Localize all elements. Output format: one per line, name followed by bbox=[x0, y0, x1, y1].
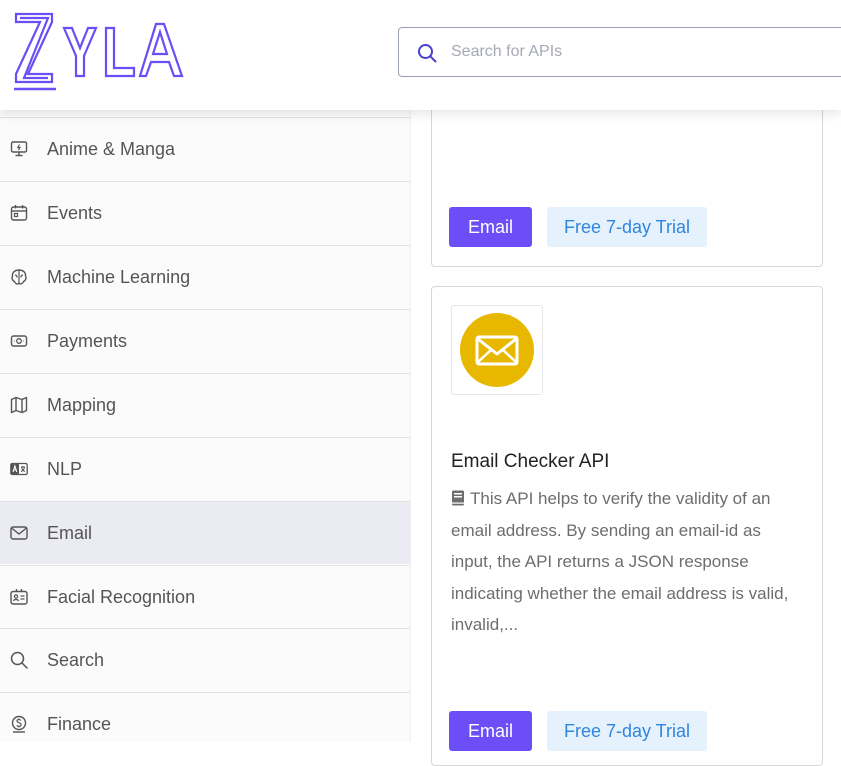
sidebar-item-label: Events bbox=[47, 202, 103, 223]
api-description: This API helps to verify the validity of… bbox=[451, 483, 801, 641]
search-bar[interactable] bbox=[398, 27, 841, 77]
sidebar-item-mapping[interactable]: Mapping bbox=[0, 373, 410, 436]
coin-icon bbox=[11, 715, 27, 733]
sidebar-item-label: NLP bbox=[47, 458, 83, 479]
search-icon bbox=[418, 44, 437, 63]
sidebar-item-email[interactable]: Email bbox=[0, 501, 410, 564]
sidebar-item-label: Facial Recognition bbox=[47, 586, 196, 607]
envelope-icon bbox=[460, 313, 534, 387]
search-input[interactable] bbox=[451, 28, 831, 76]
sidebar-item-label: Anime & Manga bbox=[47, 138, 176, 159]
mail-icon bbox=[10, 526, 28, 540]
face-id-icon bbox=[10, 589, 28, 605]
api-description-text: This API helps to verify the validity of… bbox=[451, 489, 789, 634]
sidebar-item-label: Search bbox=[47, 649, 105, 670]
sidebar-item-anime-manga[interactable]: Anime & Manga bbox=[0, 117, 410, 180]
sidebar-item-nlp[interactable]: NLP bbox=[0, 437, 410, 500]
brain-icon bbox=[11, 269, 27, 285]
monitor-icon bbox=[10, 141, 28, 157]
language-icon bbox=[10, 462, 28, 476]
free-trial-button[interactable]: Free 7-day Trial bbox=[547, 207, 707, 247]
zyla-logo[interactable] bbox=[12, 10, 192, 92]
category-sidebar: Anime & Manga Events Machine Learning Pa… bbox=[0, 110, 411, 742]
sidebar-item-label: Mapping bbox=[47, 394, 117, 415]
calendar-icon bbox=[10, 205, 28, 221]
sidebar-item-payments[interactable]: Payments bbox=[0, 309, 410, 372]
sidebar-item-label: Finance bbox=[47, 713, 112, 734]
sidebar-item-label: Payments bbox=[47, 330, 128, 351]
category-email-button[interactable]: Email bbox=[449, 207, 532, 247]
book-icon bbox=[452, 490, 464, 506]
free-trial-button[interactable]: Free 7-day Trial bbox=[547, 711, 707, 751]
api-logo bbox=[451, 305, 543, 395]
category-email-button[interactable]: Email bbox=[449, 711, 532, 751]
api-title[interactable]: Email Checker API bbox=[451, 451, 609, 473]
map-icon bbox=[10, 396, 28, 414]
sidebar-item-machine-learning[interactable]: Machine Learning bbox=[0, 245, 410, 308]
sidebar-item-search[interactable]: Search bbox=[0, 628, 410, 691]
top-header bbox=[0, 0, 841, 110]
sidebar-item-facial-recognition[interactable]: Facial Recognition bbox=[0, 565, 410, 628]
sidebar-item-finance[interactable]: Finance bbox=[0, 692, 410, 742]
sidebar-item-label: Machine Learning bbox=[47, 266, 191, 287]
sidebar-item-label: Email bbox=[47, 522, 93, 543]
sidebar-item-events[interactable]: Events bbox=[0, 181, 410, 244]
api-card[interactable]: Email Checker API This API helps to veri… bbox=[431, 286, 823, 766]
search-icon bbox=[10, 651, 28, 669]
cash-icon bbox=[10, 335, 28, 347]
